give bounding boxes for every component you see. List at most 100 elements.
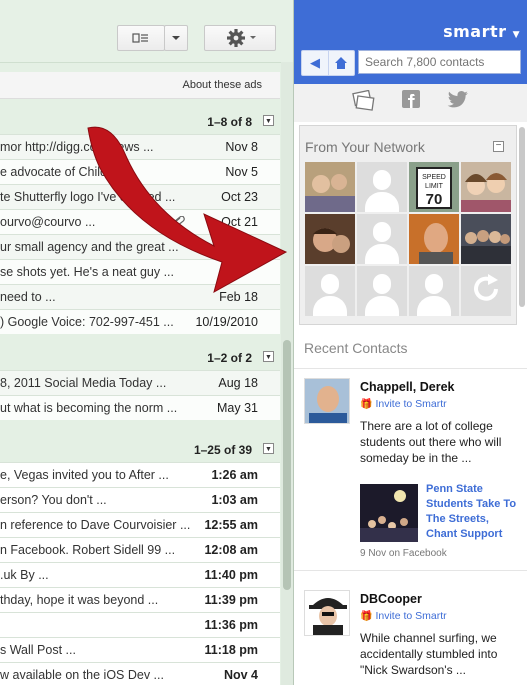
contact-photo[interactable]: [305, 162, 355, 212]
row-date: 1:26 am: [211, 468, 258, 482]
row-snippet: .uk By ...: [0, 568, 49, 582]
section-menu-button[interactable]: ▼: [263, 115, 274, 126]
contact-photo[interactable]: [409, 214, 459, 264]
contact-photo-placeholder[interactable]: [357, 214, 407, 264]
chevron-down-icon: ▼: [512, 30, 520, 40]
table-row[interactable]: te Shutterfly logo I've created ... Oct 2…: [0, 184, 280, 209]
contact-photo-placeholder[interactable]: [357, 162, 407, 212]
settings-button[interactable]: [204, 25, 276, 51]
contact-name[interactable]: Chappell, Derek: [360, 380, 454, 394]
sidebar-scroll-thumb[interactable]: [519, 127, 525, 307]
collapse-button[interactable]: −: [493, 141, 504, 152]
section-header: 1–2 of 2 ▼: [0, 344, 280, 370]
row-date: Feb 18: [219, 290, 258, 304]
smartr-brand[interactable]: smartr ▼: [443, 22, 520, 41]
row-date: Aug 18: [218, 376, 258, 390]
row-date: 11:40 pm: [204, 568, 258, 582]
svg-text:70: 70: [426, 191, 443, 208]
view-toggle-button[interactable]: [117, 25, 165, 51]
row-date: 11:36 pm: [204, 618, 258, 632]
chevron-down-icon: [172, 36, 180, 40]
table-row[interactable]: n Facebook. Robert Sidell 99 ... 12:08 am: [0, 537, 280, 562]
table-row[interactable]: mor http://digg.com/news ... Nov 8: [0, 134, 280, 159]
contact-status-text: There are a lot of college students out …: [360, 419, 502, 465]
mail-scroll-thumb[interactable]: [283, 340, 291, 590]
row-date: 11:18 pm: [204, 643, 258, 657]
table-row[interactable]: ourvo@courvo ... Oct 21: [0, 209, 280, 234]
row-date: Nov 8: [225, 140, 258, 154]
tab-contacts[interactable]: [351, 89, 375, 117]
back-icon: ◀: [310, 55, 320, 70]
table-row[interactable]: .uk By ... 11:40 pm: [0, 562, 280, 587]
avatar[interactable]: [304, 378, 350, 424]
contact-photo-placeholder[interactable]: [409, 266, 459, 316]
row-snippet: e advocate of Child ...: [0, 165, 121, 179]
table-row[interactable]: se shots yet. He's a neat guy ...: [0, 259, 280, 284]
row-date: 11:39 pm: [204, 593, 258, 607]
row-date: 12:08 am: [204, 543, 258, 557]
table-row[interactable]: 11:36 pm: [0, 612, 280, 637]
section-menu-button[interactable]: ▼: [263, 443, 274, 454]
sidebar-scrollbar[interactable]: [518, 122, 526, 322]
avatar[interactable]: [304, 590, 350, 636]
table-row[interactable]: ur small agency and the great ... Oct 20: [0, 234, 280, 259]
about-ads-link[interactable]: About these ads: [182, 79, 262, 91]
gmail-toolbar: [0, 0, 293, 63]
section-menu-button[interactable]: ▼: [263, 351, 274, 362]
brand-label: smartr: [443, 22, 507, 41]
contact-photo[interactable]: [305, 214, 355, 264]
table-row[interactable]: s Wall Post ... 11:18 pm: [0, 637, 280, 662]
smartr-tabs: [294, 84, 527, 122]
table-row[interactable]: 8, 2011 Social Media Today ... Aug 18: [0, 370, 280, 395]
back-button[interactable]: ◀: [302, 51, 329, 75]
divider: [294, 570, 527, 571]
refresh-button[interactable]: [461, 266, 511, 316]
gift-icon: 🎁: [360, 611, 373, 622]
table-row[interactable]: need to ... Feb 18: [0, 284, 280, 309]
table-row[interactable]: e advocate of Child ... Nov 5: [0, 159, 280, 184]
story-thumbnail[interactable]: [360, 484, 418, 542]
story-title[interactable]: Penn State Students Take To The Streets,…: [426, 482, 520, 542]
contact-photo-placeholder[interactable]: [357, 266, 407, 316]
table-row[interactable]: n reference to Dave Courvoisier ... 12:55…: [0, 512, 280, 537]
table-row[interactable]: w available on the iOS Dev ... Nov 4: [0, 662, 280, 685]
row-date: Nov 4: [223, 668, 258, 682]
row-snippet: te Shutterfly logo I've created ...: [0, 190, 176, 204]
story-image: [360, 484, 418, 542]
contacts-card-icon: [352, 89, 375, 111]
twitter-icon: [447, 91, 468, 108]
home-button[interactable]: [328, 51, 354, 75]
tab-facebook[interactable]: [402, 90, 420, 113]
contact-status-text: While channel surfing, we accidentally s…: [360, 631, 498, 677]
contact-search-input[interactable]: [358, 50, 521, 74]
email-section-1: 1–8 of 8 ▼ mor http://digg.com/news ... N…: [0, 108, 280, 334]
table-row[interactable]: thday, hope it was beyond ... 11:39 pm: [0, 587, 280, 612]
contact-name[interactable]: DBCooper: [360, 592, 422, 606]
table-row[interactable]: erson? You don't ... 1:03 am: [0, 487, 280, 512]
table-row[interactable]: e, Vegas invited you to After ... 1:26 am: [0, 462, 280, 487]
invite-link[interactable]: 🎁 Invite to Smartr: [360, 610, 447, 622]
photo-image: [409, 214, 459, 264]
table-row[interactable]: ut what is becoming the norm ... May 31: [0, 395, 280, 420]
row-snippet: ourvo@courvo ...: [0, 215, 96, 229]
row-snippet: need to ...: [0, 290, 56, 304]
contact-photo[interactable]: [461, 162, 511, 212]
invite-label: Invite to Smartr: [375, 398, 447, 410]
pagination-count: 1–2 of 2: [207, 351, 252, 365]
email-section-2: 1–2 of 2 ▼ 8, 2011 Social Media Today ..…: [0, 344, 280, 420]
table-row[interactable]: ) Google Voice: 702-997-451 ... 10/19/201…: [0, 309, 280, 334]
invite-link[interactable]: 🎁 Invite to Smartr: [360, 398, 447, 410]
contact-photo-placeholder[interactable]: [305, 266, 355, 316]
section-header: 1–8 of 8 ▼: [0, 108, 280, 134]
contact-photo[interactable]: SPEED LIMIT 70: [409, 162, 459, 212]
row-snippet: se shots yet. He's a neat guy ...: [0, 265, 175, 279]
section-header: 1–25 of 39 ▼: [0, 436, 280, 462]
avatar-image: [305, 591, 349, 635]
gmail-panel: About these ads 1–8 of 8 ▼ mor http://di…: [0, 0, 293, 685]
row-snippet: mor http://digg.com/news ...: [0, 140, 154, 154]
contact-photo[interactable]: [461, 214, 511, 264]
tab-twitter[interactable]: [447, 90, 469, 113]
home-icon: [335, 57, 347, 69]
row-date: Nov 5: [225, 165, 258, 179]
view-dropdown-button[interactable]: [164, 25, 188, 51]
